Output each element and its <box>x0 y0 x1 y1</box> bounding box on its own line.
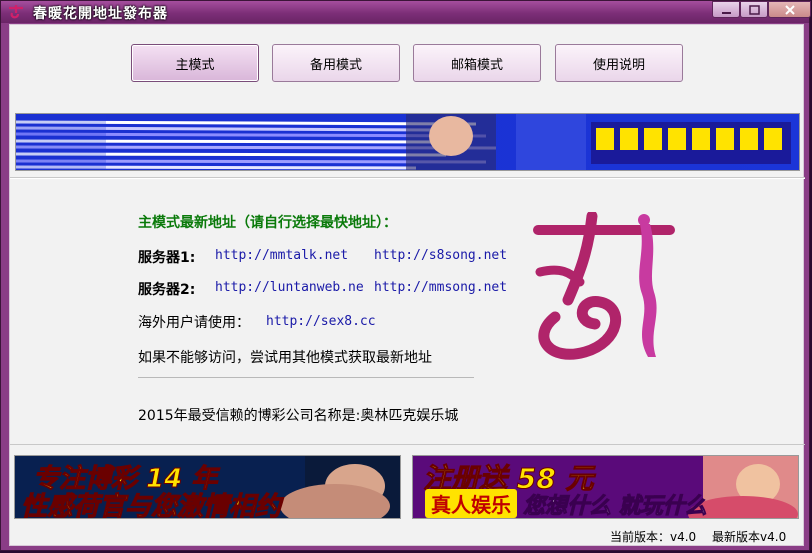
title-bar[interactable]: 春暖花開地址發布器 <box>1 1 811 23</box>
top-banner-ad[interactable] <box>15 113 800 171</box>
server2-link1[interactable]: http://luntanweb.ne <box>215 280 364 295</box>
server2-link2[interactable]: http://mmsong.net <box>374 280 507 295</box>
instructions-button[interactable]: 使用说明 <box>555 44 683 82</box>
server1-link1[interactable]: http://mmtalk.net <box>215 248 348 263</box>
maximize-icon <box>749 5 760 15</box>
close-icon <box>785 5 795 15</box>
server2-label: 服务器2: <box>138 282 196 298</box>
close-button[interactable] <box>768 1 811 18</box>
overseas-label: 海外用户请使用： <box>138 315 250 331</box>
access-hint: 如果不能够访问，尝试用其他模式获取最新地址 <box>138 350 432 366</box>
sponsor-text: 2015年最受信赖的博彩公司名称是:奥林匹克娱乐城 <box>138 408 459 424</box>
latest-version: 最新版本v4.0 <box>712 530 787 544</box>
right-ad-line2: 您想什么 就玩什么 <box>523 494 708 519</box>
left-ad-banner[interactable]: 专注博彩 14 年 性感荷官与您激情相约 <box>14 455 401 519</box>
right-ad-tag: 真人娱乐 <box>425 489 517 518</box>
right-ad-banner[interactable]: 注册送 58 元 真人娱乐 您想什么 就玩什么 <box>412 455 799 519</box>
status-bar: 当前版本：v4.0 最新版本v4.0 <box>610 528 798 545</box>
minimize-button[interactable] <box>712 1 740 18</box>
app-window: 春暖花開地址發布器 主模式 备用模式 邮箱模式 使用说明 主模式最新地址（请自行… <box>0 0 811 551</box>
bottom-separator <box>10 444 805 445</box>
separator-highlight <box>10 178 805 179</box>
mail-mode-button[interactable]: 邮箱模式 <box>413 44 541 82</box>
server1-link2[interactable]: http://s8song.net <box>374 248 507 263</box>
window-title: 春暖花開地址發布器 <box>33 6 168 22</box>
server1-label: 服务器1: <box>138 250 196 266</box>
left-ad-line2: 性感荷官与您激情相约 <box>20 492 282 519</box>
current-version: 当前版本：v4.0 <box>610 530 697 544</box>
client-area: 主模式 备用模式 邮箱模式 使用说明 主模式最新地址（请自行选择最快地址）： 服… <box>9 24 805 546</box>
overseas-link[interactable]: http://sex8.cc <box>266 314 376 329</box>
hint-underline <box>138 377 474 378</box>
banner-image <box>16 114 799 170</box>
main-mode-heading: 主模式最新地址（请自行选择最快地址）： <box>138 215 397 231</box>
app-logo-icon <box>9 5 23 19</box>
main-mode-button[interactable]: 主模式 <box>131 44 259 82</box>
app-logo-icon <box>533 212 675 360</box>
maximize-button[interactable] <box>740 1 768 18</box>
minimize-icon <box>722 12 731 14</box>
backup-mode-button[interactable]: 备用模式 <box>272 44 400 82</box>
